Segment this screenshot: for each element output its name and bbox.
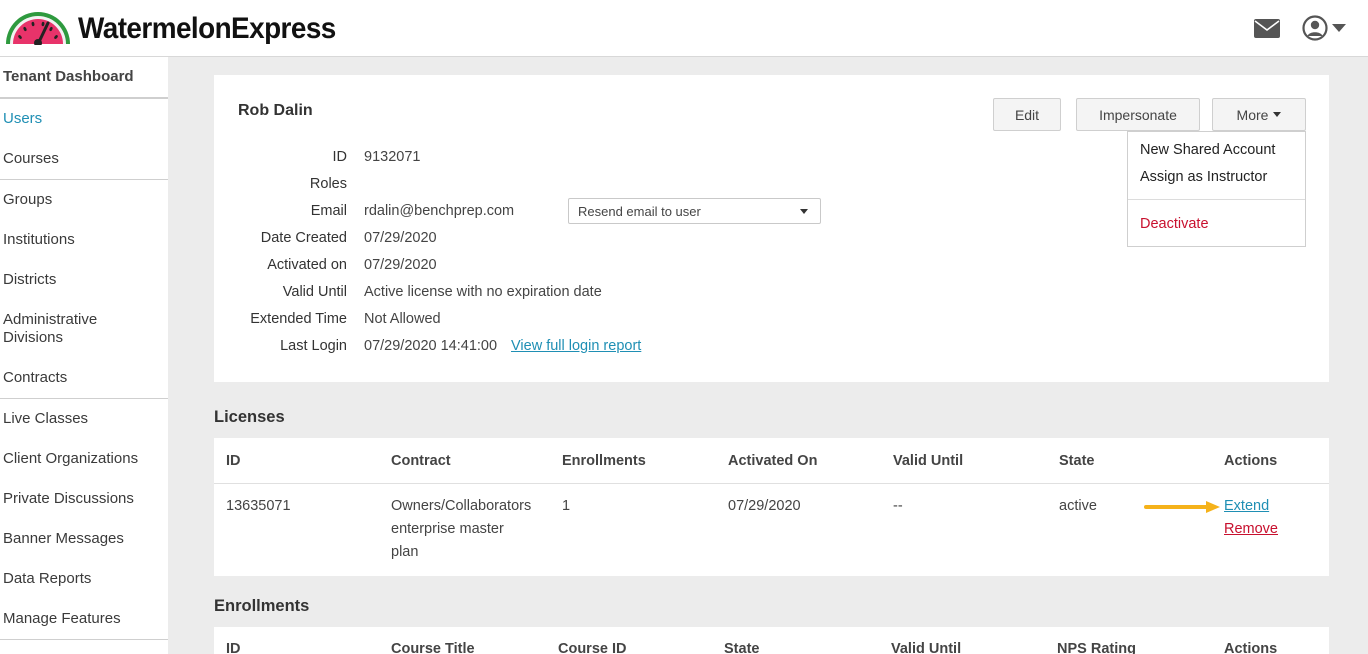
sidebar-item-administrative-divisions[interactable]: Administrative Divisions xyxy=(0,311,120,347)
license-state: active xyxy=(1059,498,1097,514)
sidebar-item-districts[interactable]: Districts xyxy=(0,271,168,289)
chevron-down-icon xyxy=(800,209,808,214)
license-enrollments: 1 xyxy=(562,498,571,514)
license-contract: Owners/Collaborators enterprise master p… xyxy=(391,495,531,564)
sidebar-item-courses[interactable]: Courses xyxy=(0,150,168,168)
license-id: 13635071 xyxy=(226,498,291,514)
col-header-enrollments: Enrollments xyxy=(562,453,646,469)
sidebar-item-users[interactable]: Users xyxy=(0,110,168,128)
sidebar-nav: Tenant Dashboard Users Courses Groups In… xyxy=(0,57,168,654)
license-contract-line: Owners/Collaborators xyxy=(391,498,532,514)
field-value-id: 9132071 xyxy=(364,149,421,165)
view-login-report-link[interactable]: View full login report xyxy=(511,338,641,354)
sidebar-item-contracts[interactable]: Contracts xyxy=(0,369,168,387)
enrollments-heading: Enrollments xyxy=(214,597,310,615)
col-header-actions: Actions xyxy=(1224,453,1278,469)
caret-down-icon xyxy=(1332,24,1346,32)
enrollments-table: ID Course Title Course ID State Valid Un… xyxy=(214,627,1329,654)
user-avatar-icon xyxy=(1302,15,1328,41)
email-action-select-value: Resend email to user xyxy=(578,203,701,219)
sidebar-divider xyxy=(0,179,168,180)
col-header-state: State xyxy=(724,641,760,654)
col-header-activated-on: Activated On xyxy=(728,453,818,469)
menu-item-assign-instructor[interactable]: Assign as Instructor xyxy=(1140,169,1267,185)
col-header-valid-until: Valid Until xyxy=(893,453,964,469)
menu-item-deactivate[interactable]: Deactivate xyxy=(1140,216,1209,232)
more-dropdown-menu: New Shared Account Assign as Instructor … xyxy=(1127,131,1306,247)
sidebar-divider xyxy=(0,97,168,99)
field-label-roles: Roles xyxy=(309,176,347,192)
field-label-valid-until: Valid Until xyxy=(282,284,347,300)
top-header: WatermelonExpress xyxy=(0,0,1368,57)
field-value-extended-time: Not Allowed xyxy=(364,311,441,327)
user-account-menu[interactable] xyxy=(1302,15,1346,41)
field-label-email: Email xyxy=(310,203,347,219)
mail-icon[interactable] xyxy=(1254,19,1280,38)
license-actions: Extend Remove xyxy=(1224,495,1278,541)
menu-divider xyxy=(1128,199,1305,200)
field-value-date-created: 07/29/2020 xyxy=(364,230,437,246)
sidebar-item-live-classes[interactable]: Live Classes xyxy=(0,410,168,428)
edit-button[interactable]: Edit xyxy=(993,98,1061,131)
menu-item-new-shared-account[interactable]: New Shared Account xyxy=(1140,142,1275,158)
more-button-label: More xyxy=(1236,106,1269,123)
field-label-id: ID xyxy=(332,149,348,165)
license-contract-line: enterprise master xyxy=(391,521,504,537)
sidebar-divider xyxy=(0,639,168,640)
col-header-valid-until: Valid Until xyxy=(891,641,962,654)
table-header-divider xyxy=(214,483,1329,484)
col-header-course-id: Course ID xyxy=(558,641,627,654)
field-label-date-created: Date Created xyxy=(260,230,347,246)
email-action-select[interactable]: Resend email to user xyxy=(568,198,821,224)
impersonate-button[interactable]: Impersonate xyxy=(1076,98,1200,131)
sidebar-item-tenant-dashboard[interactable]: Tenant Dashboard xyxy=(0,68,168,86)
license-contract-line: plan xyxy=(391,544,419,560)
field-label-extended-time: Extended Time xyxy=(250,311,347,327)
col-header-state: State xyxy=(1059,453,1095,469)
user-name-heading: Rob Dalin xyxy=(238,102,313,119)
license-activated-on: 07/29/2020 xyxy=(728,498,801,514)
brand-name[interactable]: WatermelonExpress xyxy=(78,12,336,46)
col-header-nps-rating: NPS Rating xyxy=(1057,641,1136,654)
license-valid-until: -- xyxy=(893,498,903,514)
highlight-arrow-icon xyxy=(1144,501,1220,513)
licenses-heading: Licenses xyxy=(214,408,285,426)
sidebar-item-private-discussions[interactable]: Private Discussions xyxy=(0,490,168,508)
field-label-activated-on: Activated on xyxy=(267,257,347,273)
field-value-email: rdalin@benchprep.com xyxy=(364,203,515,219)
watermelon-logo-icon[interactable] xyxy=(4,11,72,45)
field-value-valid-until: Active license with no expiration date xyxy=(364,284,602,300)
caret-down-icon xyxy=(1273,112,1282,117)
sidebar-item-banner-messages[interactable]: Banner Messages xyxy=(0,530,168,548)
field-label-last-login: Last Login xyxy=(280,338,347,354)
sidebar-divider xyxy=(0,398,168,399)
field-value-last-login: 07/29/2020 14:41:00 xyxy=(364,338,498,354)
sidebar-item-groups[interactable]: Groups xyxy=(0,191,168,209)
more-button[interactable]: More xyxy=(1212,98,1306,131)
col-header-id: ID xyxy=(226,641,241,654)
extend-link[interactable]: Extend xyxy=(1224,495,1278,518)
remove-link[interactable]: Remove xyxy=(1224,518,1278,541)
sidebar-item-institutions[interactable]: Institutions xyxy=(0,231,168,249)
sidebar-item-manage-features[interactable]: Manage Features xyxy=(0,610,168,628)
field-value-activated-on: 07/29/2020 xyxy=(364,257,437,273)
sidebar-item-data-reports[interactable]: Data Reports xyxy=(0,570,168,588)
sidebar-item-client-organizations[interactable]: Client Organizations xyxy=(0,450,168,468)
col-header-contract: Contract xyxy=(391,453,451,469)
col-header-id: ID xyxy=(226,453,241,469)
col-header-course-title: Course Title xyxy=(391,641,475,654)
col-header-actions: Actions xyxy=(1224,641,1278,654)
